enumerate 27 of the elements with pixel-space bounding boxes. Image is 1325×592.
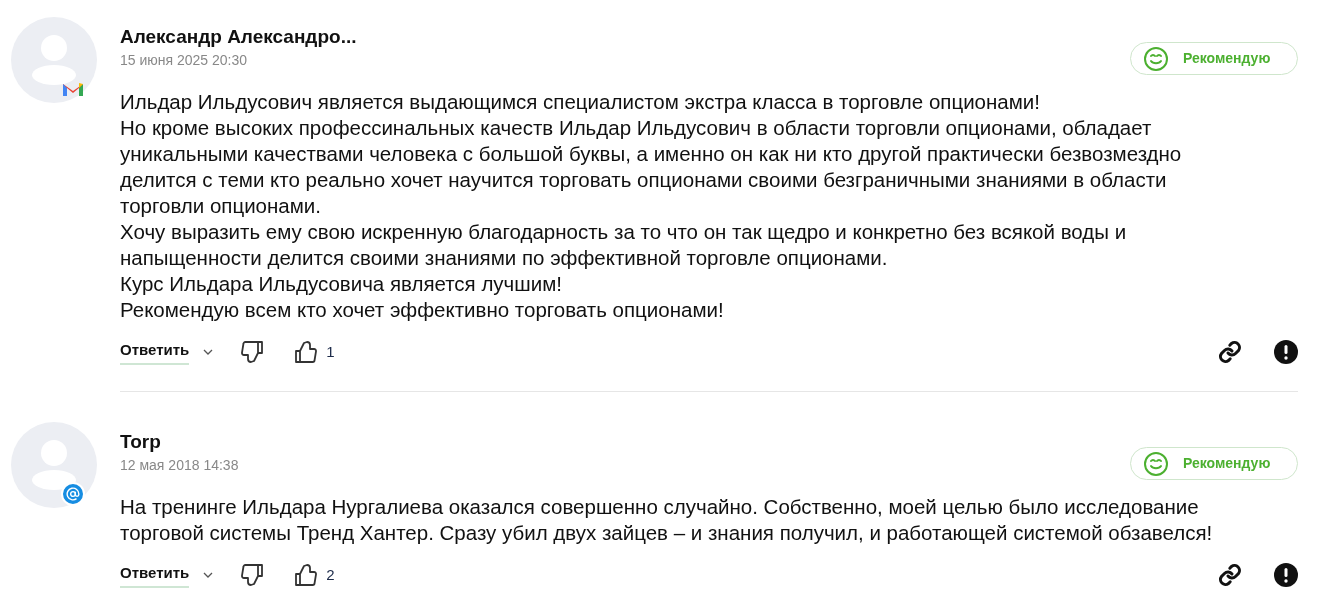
mail-icon [62, 81, 84, 97]
thumbs-up-icon[interactable] [293, 340, 318, 364]
review-text: Ильдар Ильдусович является выдающимся специалистом экстра класса в торговле опционами! [120, 89, 1041, 115]
review-date: 15 июня 2025 20:30 [120, 51, 249, 70]
link-icon[interactable] [1218, 340, 1242, 364]
thumbs-down-icon[interactable] [241, 340, 266, 364]
author-name: Torp [120, 430, 162, 454]
report-icon[interactable] [1274, 563, 1298, 587]
chevron-down-icon[interactable] [203, 349, 214, 355]
chevron-down-icon[interactable] [203, 572, 214, 578]
review-text: Курс Ильдара Ильдусовича является лучшим! [120, 271, 563, 297]
thumbs-down-icon[interactable] [241, 563, 266, 587]
like-count: 1 [326, 341, 335, 362]
report-icon[interactable] [1274, 340, 1298, 364]
reply-button[interactable]: Ответить [120, 561, 190, 589]
smile-icon [1143, 450, 1169, 477]
review-text: На тренинге Ильдара Нургалиева оказался совершенно случайно. Собственно, моей целью было исследование торговой системы Тренд Хантер. Сразу убил двух зайцев – и знания получил, и работающей системой обзавелся! [120, 494, 1214, 546]
author-name: Александр Александро... [120, 25, 357, 49]
review-text: Хочу выразить ему свою искренную благодарность за то что он так щедро и конкретно без всякой воды и напыщенности делится своими знаниями по эффективной торговле опционами. [120, 219, 1128, 271]
thumbs-up-icon[interactable] [293, 563, 318, 587]
review-text: Рекомендую всем кто хочет эффективно торговать опционами! [120, 297, 725, 323]
reply-button[interactable]: Ответить [120, 338, 190, 366]
like-count: 2 [326, 564, 335, 585]
review-text: Но кроме высоких профессинальных качеств Ильдар Ильдусович в области торговли опционами, обладает уникальными качествами человека с большой буквы, а именно он как ни кто другой практически безвозмездно делится с теми кто реально хочет научится торговать опционами своими безграничными знаниями в области торговли опционами. [120, 115, 1183, 219]
review-date: 12 мая 2018 14:38 [120, 456, 239, 475]
smile-icon [1143, 45, 1169, 72]
link-icon[interactable] [1218, 563, 1242, 587]
